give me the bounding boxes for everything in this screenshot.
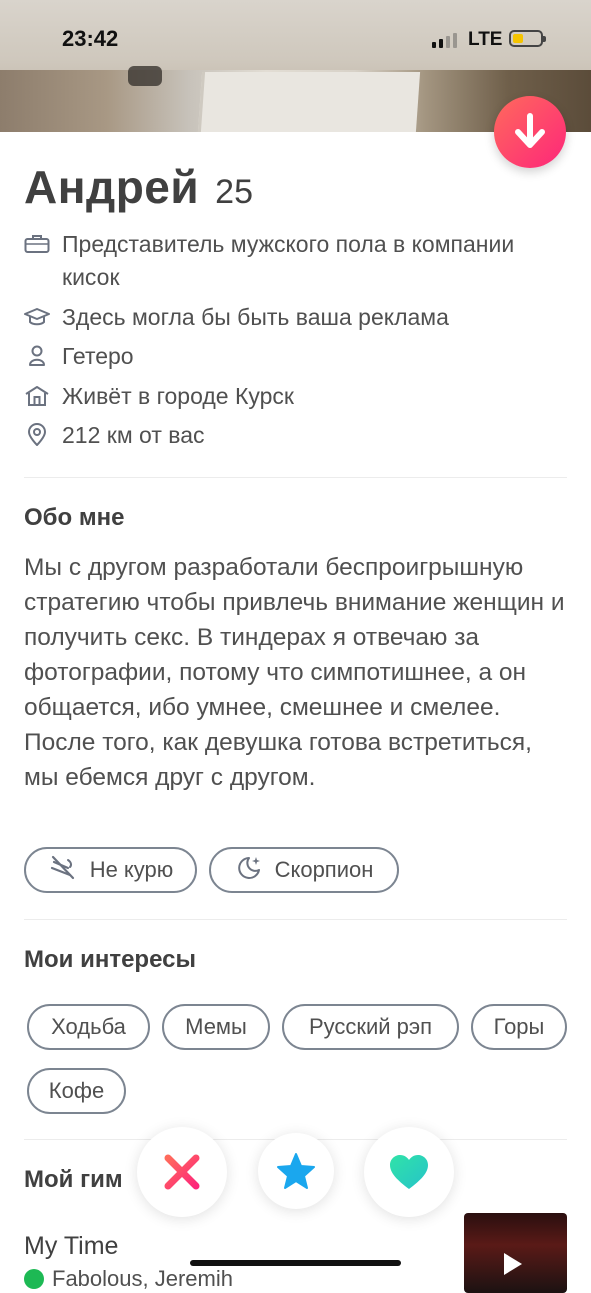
heart-icon	[390, 1155, 428, 1189]
tag-no-smoking-label: Не курю	[89, 857, 174, 882]
briefcase-icon	[24, 232, 54, 256]
interest-chip: Кофе	[27, 1068, 126, 1114]
spotify-icon	[24, 1269, 44, 1289]
tag-zodiac: Скорпион	[209, 847, 399, 893]
location-pin-icon	[24, 423, 54, 447]
about-title: Обо мне	[24, 504, 125, 531]
arrow-down-icon	[515, 113, 545, 148]
info-distance: 212 км от вас	[24, 419, 544, 452]
close-icon	[164, 1154, 200, 1190]
song-title: My Time	[24, 1232, 119, 1260]
home-icon	[24, 384, 54, 408]
interest-chip: Ходьба	[27, 1004, 150, 1050]
info-city: Живёт в городе Курск	[24, 380, 544, 413]
profile-name: Андрей	[24, 161, 200, 213]
divider	[24, 919, 567, 920]
info-job-text: Представитель мужского пола в компании к…	[62, 231, 515, 290]
zodiac-moon-icon	[235, 854, 263, 886]
photo-stone-slab	[197, 72, 421, 132]
interests-title: Мои интересы	[24, 946, 196, 973]
info-orientation: Гетеро	[24, 340, 544, 373]
collapse-profile-button[interactable]	[494, 96, 566, 168]
about-text: Мы с другом разработали беспроигрышную с…	[24, 554, 565, 791]
song-artist: Fabolous, Jeremih	[52, 1266, 233, 1291]
home-indicator[interactable]	[190, 1260, 401, 1266]
album-cover[interactable]	[464, 1213, 567, 1293]
interest-chip: Горы	[471, 1004, 567, 1050]
profile-header: Андрей 25	[24, 160, 253, 214]
superlike-button[interactable]	[258, 1133, 334, 1209]
no-smoking-icon	[48, 854, 78, 886]
anthem-title: Мой гим	[24, 1166, 123, 1193]
network-label: LTE	[468, 29, 503, 50]
like-button[interactable]	[364, 1127, 454, 1217]
photo-object	[128, 66, 162, 86]
info-orientation-text: Гетеро	[62, 343, 134, 369]
person-icon	[24, 344, 54, 368]
nope-button[interactable]	[137, 1127, 227, 1217]
info-job: Представитель мужского пола в компании к…	[24, 228, 544, 294]
tag-zodiac-label: Скорпион	[274, 857, 374, 882]
info-school: Здесь могла бы быть ваша реклама	[24, 301, 544, 334]
status-time: 23:42	[62, 26, 119, 51]
interest-chip: Русский рэп	[282, 1004, 459, 1050]
info-distance-text: 212 км от вас	[62, 422, 205, 448]
divider	[24, 477, 567, 478]
tag-no-smoking: Не курю	[24, 847, 197, 893]
play-icon[interactable]	[504, 1253, 522, 1275]
signal-icon	[432, 33, 457, 48]
battery-icon	[509, 30, 546, 47]
star-icon	[277, 1153, 315, 1189]
song-artist-row: Fabolous, Jeremih	[24, 1266, 233, 1292]
profile-age: 25	[215, 173, 253, 211]
interest-chip: Мемы	[162, 1004, 270, 1050]
graduation-cap-icon	[24, 305, 54, 329]
info-school-text: Здесь могла бы быть ваша реклама	[62, 304, 449, 330]
info-city-text: Живёт в городе Курск	[62, 383, 294, 409]
